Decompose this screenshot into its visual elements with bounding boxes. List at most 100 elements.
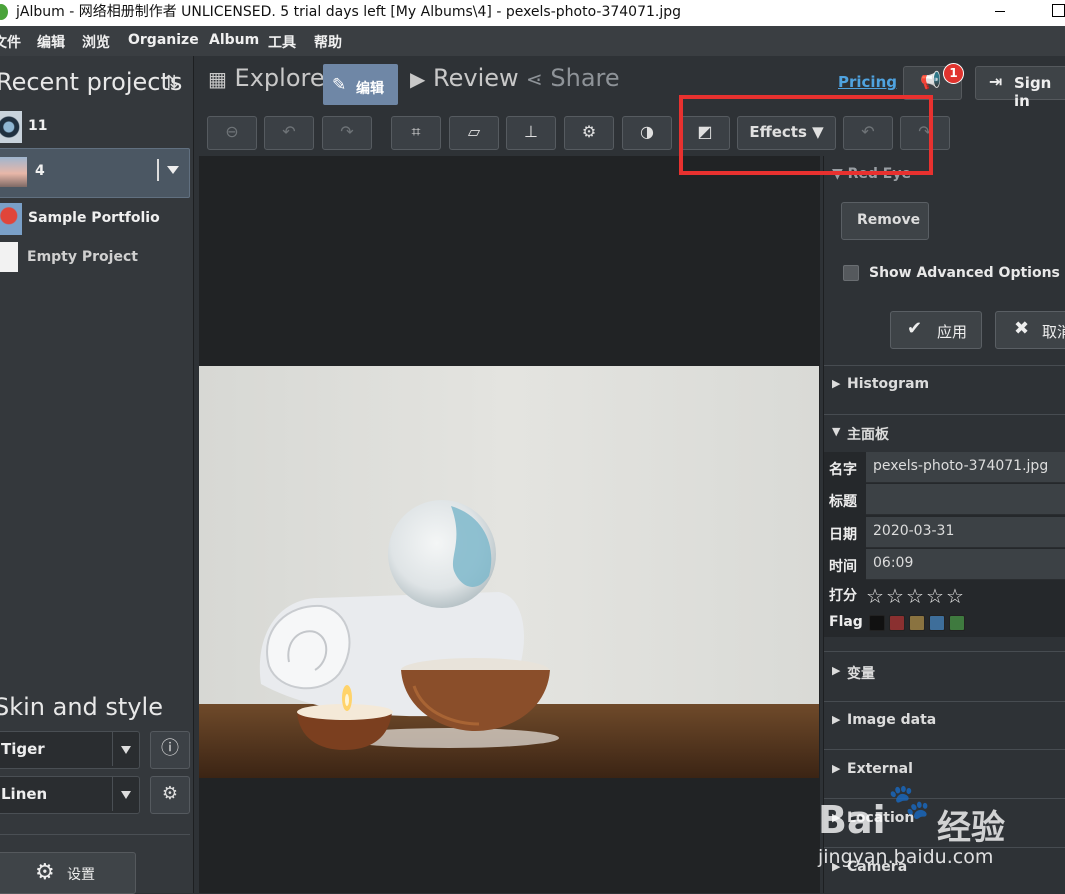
section-histogram[interactable]: ▶ Histogram [824,365,1065,415]
grid-icon: ▦ [208,67,227,91]
flag-swatch[interactable] [929,615,945,631]
sign-in-icon: ⇥ [989,72,1003,91]
tab-explore[interactable]: ▦ Explore [208,64,325,104]
project-label: 11 [28,118,48,134]
project-item-4[interactable]: 4 [0,148,190,198]
highlight-box [679,95,933,175]
sort-icon[interactable]: ⇅ [164,72,179,93]
style-settings-button[interactable]: ⚙ [150,776,190,814]
cancel-button[interactable]: ✖ 取消 [995,311,1065,349]
section-title: Histogram [847,376,930,392]
time-value: 06:09 [873,555,914,571]
project-item-sample-portfolio[interactable]: Sample Portfolio [0,197,190,241]
section-main-panel[interactable]: ▼ 主面板 [824,414,1065,452]
tab-share-label: Share [550,64,620,92]
collapsed-caret-icon: ▶ [832,664,841,677]
window-title-bar: jAlbum - 网络相册制作者 UNLICENSED. 5 trial day… [0,0,1065,26]
project-item-empty-project[interactable]: Empty Project [0,236,190,280]
tab-share[interactable]: ⋖ Share [526,64,620,104]
star-icon[interactable]: ☆ [926,584,944,608]
star-icon[interactable]: ☆ [866,584,884,608]
time-label: 时间 [829,559,857,575]
crop-icon: ⌗ [411,122,421,141]
watermark-logo: Bai [818,798,886,842]
rating-label: 打分 [829,588,857,604]
megaphone-icon: 📢 [920,71,942,91]
section-external[interactable]: ▶ External [824,750,1065,799]
rotate-left-button[interactable]: ↶ [264,116,314,150]
contrast-button[interactable]: ◑ [622,116,672,150]
project-label: Empty Project [27,249,138,265]
tab-review[interactable]: ▶ Review [410,64,519,104]
paw-icon: 🐾 [888,782,931,822]
close-icon: ✖ [1014,318,1030,339]
pricing-link[interactable]: Pricing [838,73,897,91]
flag-swatch[interactable] [889,615,905,631]
apply-label: 应用 [937,323,968,341]
rotate-right-button[interactable]: ↷ [322,116,372,150]
collapsed-caret-icon: ▶ [832,713,841,726]
apply-button[interactable]: ✔ 应用 [890,311,982,349]
collapsed-caret-icon: ▶ [832,377,841,390]
date-field[interactable]: 2020-03-31 [866,517,1065,548]
time-field[interactable]: 06:09 [866,549,1065,580]
star-icon[interactable]: ☆ [946,584,964,608]
menu-organize[interactable]: Organize [128,32,199,48]
expanded-caret-icon: ▼ [832,425,841,438]
menu-edit[interactable]: 编辑 [37,32,65,52]
rotate-right-icon: ↷ [340,122,354,141]
name-value: pexels-photo-374071.jpg [873,458,1049,474]
style-select[interactable]: Linen [0,776,140,814]
project-item-11[interactable]: 11 [0,105,190,149]
project-label: 4 [35,163,45,179]
tab-edit-label: 编辑 [356,81,384,97]
skin-select[interactable]: Tiger [0,731,140,769]
sign-in-label: Sign in [1014,74,1052,110]
flag-swatch[interactable] [869,615,885,631]
minimize-icon[interactable] [995,11,1005,12]
name-field[interactable]: pexels-photo-374071.jpg [866,452,1065,483]
crop-button[interactable]: ⌗ [391,116,441,150]
info-icon: ⓘ [161,738,179,759]
straighten-button[interactable]: ⊥ [506,116,556,150]
chevron-down-icon[interactable] [112,777,139,811]
advanced-options-label: Show Advanced Options [869,265,1060,281]
project-label: Sample Portfolio [28,210,160,226]
skin-info-button[interactable]: ⓘ [150,731,190,769]
minus-circle-icon: ⊖ [225,122,239,141]
contrast-icon: ◑ [640,122,654,141]
advanced-options-checkbox[interactable] [843,265,859,281]
cancel-label: 取消 [1042,323,1065,341]
project-dropdown-icon[interactable] [157,159,187,181]
perspective-button[interactable]: ▱ [449,116,499,150]
pencil-icon: ✎ [332,75,347,95]
flag-swatch[interactable] [909,615,925,631]
star-icon[interactable]: ☆ [906,584,924,608]
menu-help[interactable]: 帮助 [314,32,342,52]
adjust-button[interactable]: ⚙ [564,116,614,150]
play-icon: ▶ [410,67,426,91]
section-variables[interactable]: ▶ 变量 [824,651,1065,702]
menu-bar: 文件 编辑 浏览 Organize Album 工具 帮助 [0,26,1065,56]
star-icon[interactable]: ☆ [886,584,904,608]
remove-red-eye-button[interactable]: Remove [841,202,929,240]
remove-button[interactable]: ⊖ [207,116,257,150]
tab-edit[interactable]: ✎ 编辑 [323,64,398,105]
settings-button[interactable]: ⚙ 设置 [0,852,136,894]
flag-swatch[interactable] [949,615,965,631]
maximize-icon[interactable] [1052,4,1065,17]
section-title: 主面板 [847,427,889,443]
menu-tools[interactable]: 工具 [268,32,296,52]
watermark-logo-cn: 经验 [937,808,1005,848]
section-image-data[interactable]: ▶ Image data [824,701,1065,750]
title-field[interactable] [866,484,1065,515]
left-panel: Recent projects ⇅ 11 4 Sample Portfolio … [0,56,194,894]
notification-badge: 1 [943,63,964,84]
menu-file[interactable]: 文件 [0,32,21,52]
menu-album[interactable]: Album [209,32,259,48]
section-title: 变量 [847,666,875,682]
menu-browse[interactable]: 浏览 [82,32,110,52]
sign-in-button[interactable]: ⇥ Sign in [975,66,1065,110]
chevron-down-icon[interactable] [112,732,139,766]
share-icon: ⋖ [526,67,543,91]
